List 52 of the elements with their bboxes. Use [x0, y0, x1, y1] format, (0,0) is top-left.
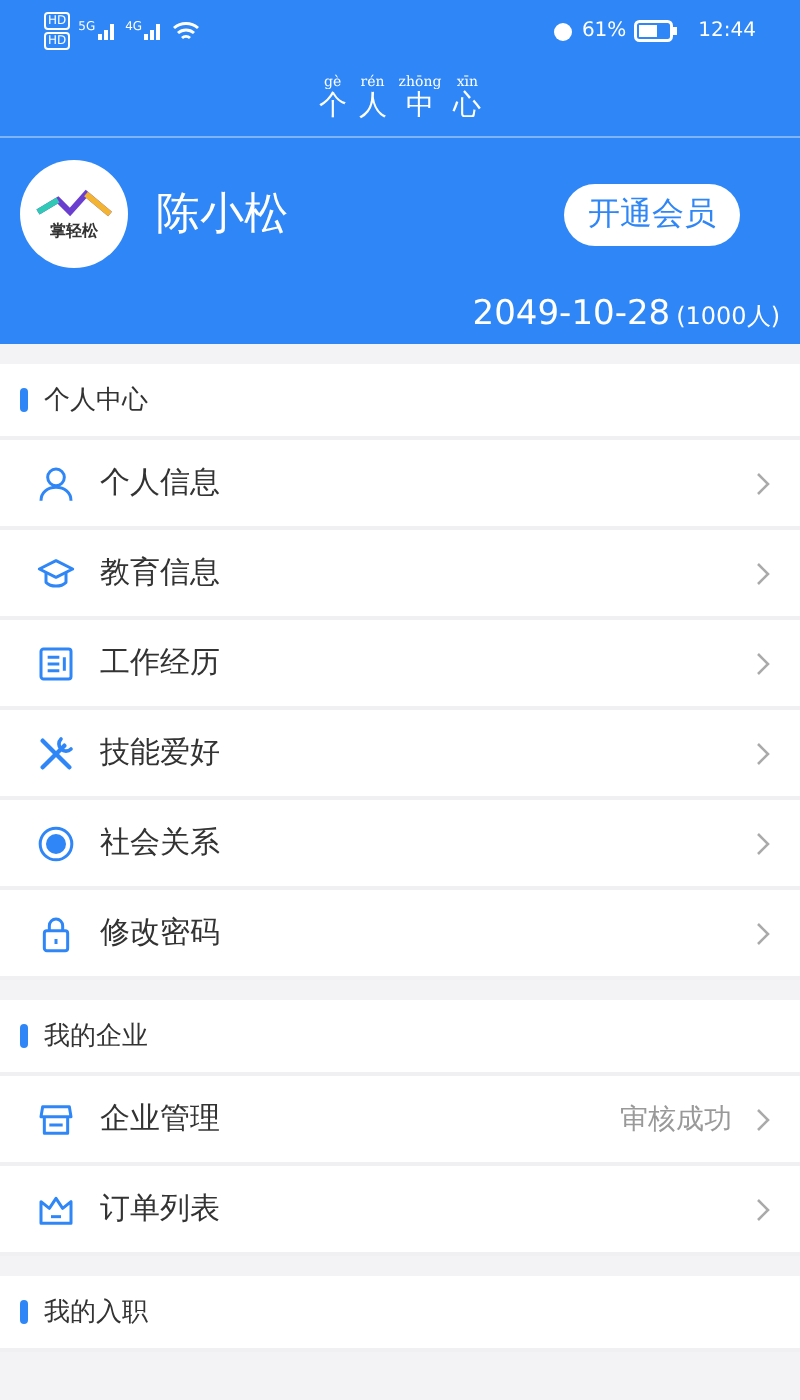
- menu-label: 订单列表: [100, 1190, 222, 1228]
- menu-label: 个人信息: [100, 464, 222, 502]
- section-header: 我的企业: [44, 1020, 148, 1054]
- chevron-icon: [756, 921, 772, 945]
- section-marker: [20, 388, 28, 412]
- title-character: 个: [318, 90, 347, 122]
- person-icon: [36, 463, 76, 503]
- battery-percent: 61%: [581, 19, 627, 41]
- status-text: 审核成功: [620, 1101, 732, 1137]
- title-character: 中: [406, 90, 434, 122]
- chevron-icon: [756, 741, 772, 765]
- menu-item[interactable]: 技能爱好: [0, 710, 800, 800]
- graduation-cap-icon: [36, 553, 76, 593]
- wifi-icon: [172, 19, 201, 41]
- section-marker: [20, 1300, 28, 1324]
- store-icon: [36, 1099, 76, 1139]
- menu-item[interactable]: 个人信息: [0, 440, 800, 530]
- expiry-date: 2049-10-28: [472, 293, 671, 333]
- battery-icon: [634, 19, 679, 41]
- menu-label: 企业管理: [100, 1100, 222, 1138]
- menu-item[interactable]: 教育信息: [0, 530, 800, 620]
- menu-label: 工作经历: [100, 644, 222, 682]
- chevron-icon: [756, 471, 772, 495]
- signal-icon: [144, 20, 165, 40]
- membership-button[interactable]: 开通会员: [564, 183, 740, 245]
- menu-item[interactable]: 订单列表: [0, 1166, 800, 1256]
- signal-icon: [97, 20, 118, 40]
- clock: 12:44: [698, 19, 756, 41]
- chevron-icon: [756, 561, 772, 585]
- menu-item[interactable]: 企业管理 审核成功: [0, 1076, 800, 1166]
- menu-item[interactable]: 社会关系: [0, 800, 800, 890]
- target-icon: [36, 823, 76, 863]
- menu-label: 社会关系: [100, 824, 222, 862]
- section-marker: [20, 1024, 28, 1048]
- chevron-icon: [756, 1107, 772, 1131]
- menu-item[interactable]: 修改密码: [0, 890, 800, 980]
- menu-item[interactable]: 工作经历: [0, 620, 800, 710]
- menu-label: 修改密码: [100, 914, 222, 952]
- app-logo: 掌轻松: [20, 160, 128, 268]
- title-character: 人: [358, 90, 387, 122]
- tools-icon: [36, 733, 76, 773]
- section-header: 个人中心: [44, 384, 148, 418]
- menu-label: 教育信息: [100, 554, 222, 592]
- section-header: 我的入职: [44, 1296, 148, 1330]
- title-character: 心: [453, 90, 482, 122]
- member-count: (1000人): [676, 299, 780, 333]
- chevron-icon: [756, 831, 772, 855]
- chevron-icon: [756, 1197, 772, 1221]
- menu-label: 技能爱好: [100, 734, 222, 772]
- chevron-icon: [756, 651, 772, 675]
- user-name: 陈小松: [156, 188, 290, 244]
- document-icon: [36, 643, 76, 683]
